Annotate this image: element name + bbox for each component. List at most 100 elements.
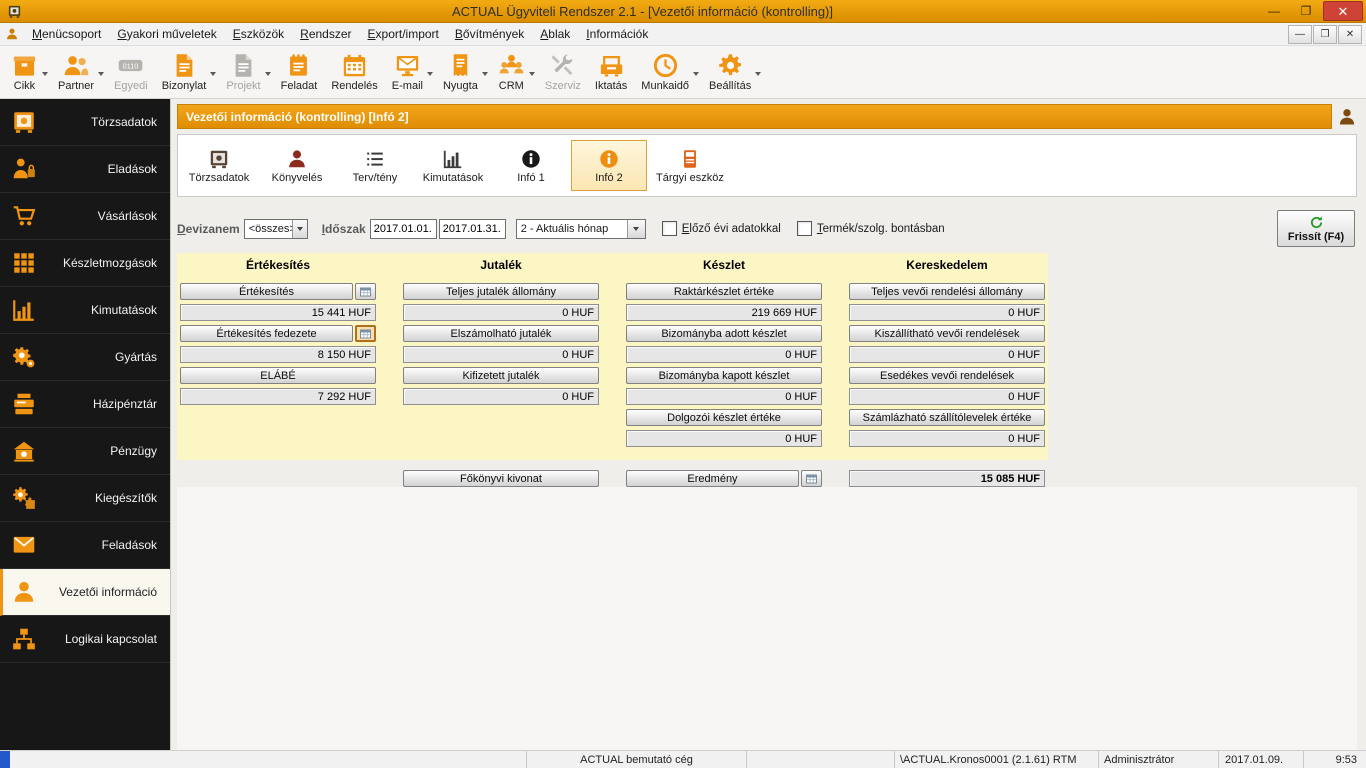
menu-bovitmenyek[interactable]: Bővítmények <box>447 25 532 44</box>
tab-info-2[interactable]: Infó 2 <box>571 140 647 191</box>
filter-bar: Devizanem <összes> Időszak 2 - Aktuális … <box>177 210 1357 247</box>
page-title: Vezetői információ (kontrolling) [Infó 2… <box>177 104 1332 129</box>
date-from-input[interactable] <box>370 219 437 239</box>
panel-ertekesites: Értékesítés Értékesítés 15 441 HUF Érték… <box>180 258 376 447</box>
menu-ablak[interactable]: Ablak <box>532 25 578 44</box>
menu-export-import[interactable]: Export/import <box>360 25 447 44</box>
sidebar-item-torzsadatok[interactable]: Törzsadatok <box>0 99 170 146</box>
ertekesites-chart-button[interactable] <box>355 283 376 300</box>
toolbar-szerviz[interactable]: Szerviz <box>538 48 588 96</box>
mdi-minimize-button[interactable]: — <box>1288 25 1312 44</box>
menu-rendszer[interactable]: Rendszer <box>292 25 359 44</box>
munkaido-dropdown-arrow[interactable] <box>693 72 699 79</box>
ertekesites-fedezete-chart-button[interactable] <box>355 325 376 342</box>
sidebar-item-gyartas[interactable]: Gyártás <box>0 334 170 381</box>
toolbar-crm[interactable]: CRM <box>491 48 532 96</box>
ertekesites-fedezete-button[interactable]: Értékesítés fedezete <box>180 325 353 342</box>
tab-info-1[interactable]: Infó 1 <box>493 140 569 191</box>
sidebar-item-kimutatasok[interactable]: Kimutatások <box>0 287 170 334</box>
elszamolhato-jutalek-button[interactable]: Elszámolható jutalék <box>403 325 599 342</box>
kiszallithato-rendelesek-button[interactable]: Kiszállítható vevői rendelések <box>849 325 1045 342</box>
toolbar-egyedi[interactable]: 0110 Egyedi <box>107 48 155 96</box>
menu-gyakori-muveletek[interactable]: Gyakori műveletek <box>109 25 224 44</box>
minimize-button[interactable]: — <box>1259 2 1289 20</box>
toolbar-munkaido[interactable]: Munkaidő <box>634 48 696 96</box>
product-split-checkbox[interactable] <box>797 221 812 236</box>
currency-select[interactable]: <összes> <box>244 219 308 239</box>
mdi-close-button[interactable]: ✕ <box>1338 25 1362 44</box>
toolbar-partner[interactable]: Partner <box>51 48 101 96</box>
teljes-vevoi-rendelesi-button[interactable]: Teljes vevői rendelési állomány <box>849 283 1045 300</box>
nyugta-dropdown-arrow[interactable] <box>482 72 488 79</box>
tab-torzsadatok[interactable]: Törzsadatok <box>181 140 257 191</box>
email-dropdown-arrow[interactable] <box>427 72 433 79</box>
toolbar-cikk[interactable]: Cikk <box>4 48 45 96</box>
bizomanyba-adott-button[interactable]: Bizományba adott készlet <box>626 325 822 342</box>
toolbar-projekt[interactable]: Projekt <box>219 48 267 96</box>
beallitas-dropdown-arrow[interactable] <box>755 72 761 79</box>
footer-spacer <box>180 470 376 487</box>
teljes-jutalek-button[interactable]: Teljes jutalék állomány <box>403 283 599 300</box>
szamlazhato-szallitolevelek-button[interactable]: Számlázható szállítólevelek értéke <box>849 409 1045 426</box>
masterdata-safe-icon <box>11 109 37 135</box>
menu-informaciok[interactable]: Információk <box>578 25 656 44</box>
previous-year-checkbox[interactable] <box>662 221 677 236</box>
projekt-dropdown-arrow[interactable] <box>265 72 271 79</box>
date-to-input[interactable] <box>439 219 506 239</box>
sidebar-item-feladasok[interactable]: Feladások <box>0 522 170 569</box>
tab-targyi-eszkoz[interactable]: Tárgyi eszköz <box>649 140 731 191</box>
crm-dropdown-arrow[interactable] <box>529 72 535 79</box>
period-type-select[interactable]: 2 - Aktuális hónap <box>516 219 646 239</box>
tab-terv-teny[interactable]: Terv/tény <box>337 140 413 191</box>
application-window: ACTUAL Ügyviteli Rendszer 2.1 - [Vezetői… <box>0 0 1366 768</box>
sidebar-item-keszletmozgasok[interactable]: Készletmozgások <box>0 240 170 287</box>
toolbar-iktatas[interactable]: Iktatás <box>588 48 634 96</box>
esedekes-rendelesek-button[interactable]: Esedékes vevői rendelések <box>849 367 1045 384</box>
sidebar-item-hazipenztar[interactable]: Házipénztár <box>0 381 170 428</box>
tab-kimutatasok[interactable]: Kimutatások <box>415 140 491 191</box>
menu-eszkozok[interactable]: Eszközök <box>225 25 292 44</box>
mailings-envelope-icon <box>11 532 37 558</box>
cikk-dropdown-arrow[interactable] <box>42 72 48 79</box>
crm-group-icon <box>498 52 525 79</box>
mdi-restore-button[interactable]: ❐ <box>1313 25 1337 44</box>
toolbar-beallitas[interactable]: Beállítás <box>702 48 758 96</box>
refresh-button[interactable]: Frissít (F4) <box>1277 210 1355 247</box>
elabe-button[interactable]: ELÁBÉ <box>180 367 376 384</box>
status-instance: \ACTUAL.Kronos0001 (2.1.61) RTM <box>895 751 1099 768</box>
fokonyvi-kivonat-button[interactable]: Főkönyvi kivonat <box>403 470 599 487</box>
kifizetett-jutalek-button[interactable]: Kifizetett jutalék <box>403 367 599 384</box>
close-button[interactable]: ✕ <box>1323 1 1363 21</box>
dolgozoi-keszlet-button[interactable]: Dolgozói készlet értéke <box>626 409 822 426</box>
eredmeny-chart-button[interactable] <box>801 470 822 487</box>
bizonylat-dropdown-arrow[interactable] <box>210 72 216 79</box>
menu-menucsoport[interactable]: Menücsoport <box>24 25 109 44</box>
raktarkeszlet-button[interactable]: Raktárkészlet értéke <box>626 283 822 300</box>
partner-dropdown-arrow[interactable] <box>98 72 104 79</box>
toolbar-bizonylat[interactable]: Bizonylat <box>155 48 214 96</box>
column-title-ertekesites: Értékesítés <box>180 258 376 276</box>
ertekesites-fedezete-value: 8 150 HUF <box>180 346 376 363</box>
sidebar-empty-area <box>0 663 170 750</box>
sidebar-item-vezetoi-informacio[interactable]: Vezetői információ <box>0 569 170 616</box>
sidebar-item-penzugy[interactable]: Pénzügy <box>0 428 170 475</box>
status-blue-indicator <box>0 751 10 768</box>
sidebar-item-eladasok[interactable]: Eladások <box>0 146 170 193</box>
toolbar-nyugta[interactable]: Nyugta <box>436 48 485 96</box>
toolbar-email[interactable]: E-mail <box>385 48 430 96</box>
toolbar-feladat[interactable]: Feladat <box>274 48 325 96</box>
sidebar-item-logikai-kapcsolat[interactable]: Logikai kapcsolat <box>0 616 170 663</box>
bizomanyba-kapott-button[interactable]: Bizományba kapott készlet <box>626 367 822 384</box>
ertekesites-button[interactable]: Értékesítés <box>180 283 353 300</box>
column-title-keszlet: Készlet <box>626 258 822 276</box>
refresh-icon <box>1309 215 1324 230</box>
chevron-down-icon <box>292 220 307 238</box>
teljes-vevoi-rendelesi-value: 0 HUF <box>849 304 1045 321</box>
toolbar-rendeles[interactable]: Rendelés <box>324 48 384 96</box>
maximize-button[interactable]: ❐ <box>1291 2 1321 20</box>
panel-keszlet: Készlet Raktárkészlet értéke 219 669 HUF… <box>626 258 822 447</box>
eredmeny-button[interactable]: Eredmény <box>626 470 799 487</box>
sidebar-item-vasarlasok[interactable]: Vásárlások <box>0 193 170 240</box>
tab-konyveles[interactable]: Könyvelés <box>259 140 335 191</box>
sidebar-item-kiegeszitok[interactable]: Kiegészítők <box>0 475 170 522</box>
